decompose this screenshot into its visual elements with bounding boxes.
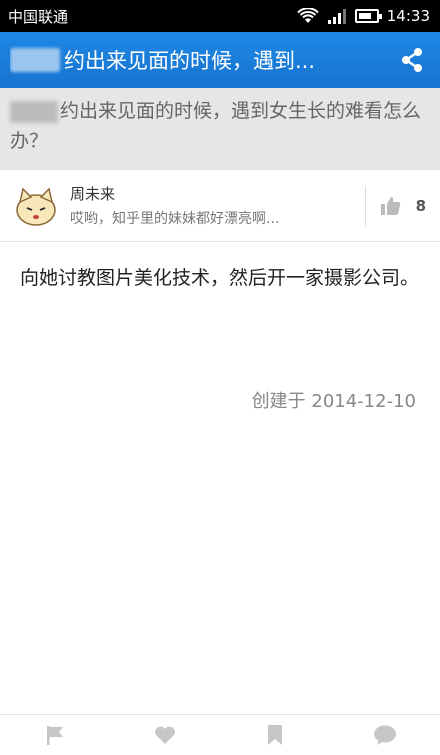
flag-button[interactable] xyxy=(35,715,75,755)
comment-icon xyxy=(374,725,396,745)
app-bar: 约出来见面的时候，遇到... xyxy=(0,32,440,88)
author-info: 周未来 哎哟，知乎里的妹妹都好漂亮啊... xyxy=(70,183,355,228)
like-button[interactable] xyxy=(145,715,185,755)
flag-icon xyxy=(47,725,63,745)
vote-count: 8 xyxy=(415,196,426,215)
answer-body: 向她讨教图片美化技术，然后开一家摄影公司。 xyxy=(20,267,420,289)
share-icon xyxy=(402,48,422,72)
vote-button[interactable]: 8 xyxy=(364,185,426,226)
app-bar-title-text: 约出来见面的时候，遇到... xyxy=(64,49,316,73)
question-header[interactable]: 约出来见面的时候，遇到女生长的难看怎么办？ xyxy=(0,88,440,170)
bookmark-icon xyxy=(268,724,282,745)
avatar[interactable] xyxy=(14,184,58,228)
thumbs-up-icon xyxy=(380,196,400,215)
app-bar-title: 约出来见面的时候，遇到... xyxy=(10,45,384,75)
battery-icon xyxy=(354,9,382,23)
redacted-block xyxy=(10,100,58,123)
clock: 14:33 xyxy=(386,7,430,25)
wifi-icon xyxy=(297,8,319,23)
signal-icon xyxy=(327,9,346,24)
comment-button[interactable] xyxy=(365,715,405,755)
status-bar: 中国联通 14:33 xyxy=(0,0,440,32)
bookmark-button[interactable] xyxy=(255,715,295,755)
heart-icon xyxy=(155,726,175,744)
author-row[interactable]: 周未来 哎哟，知乎里的妹妹都好漂亮啊... 8 xyxy=(0,170,440,242)
redacted-block xyxy=(10,48,60,72)
author-name: 周未来 xyxy=(70,185,116,203)
bottom-toolbar xyxy=(0,714,440,754)
created-date: 创建于 2014-12-10 xyxy=(251,391,416,412)
carrier-label: 中国联通 xyxy=(8,7,69,26)
status-icons: 14:33 xyxy=(297,7,430,25)
share-button[interactable] xyxy=(384,32,440,88)
question-title: 约出来见面的时候，遇到女生长的难看怎么办？ xyxy=(10,100,422,152)
author-bio: 哎哟，知乎里的妹妹都好漂亮啊... xyxy=(70,211,280,227)
